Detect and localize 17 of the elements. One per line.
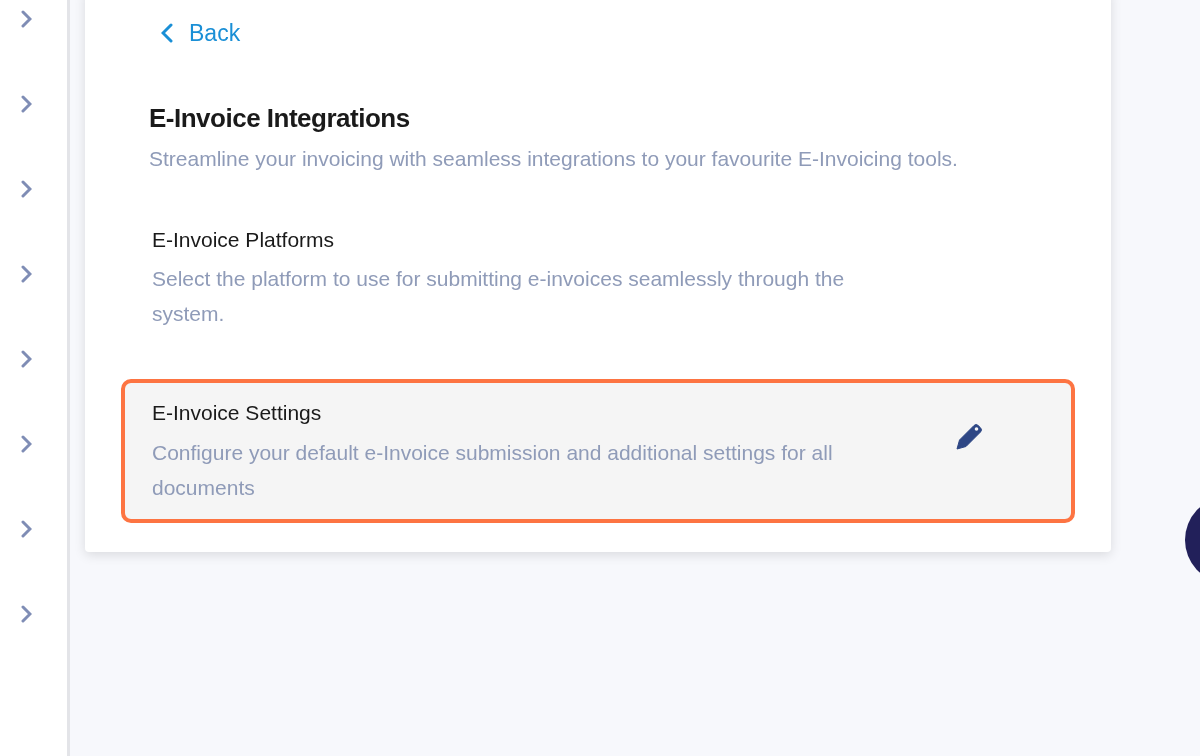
section-description: Select the platform to use for submitting e-invoices seamlessly through the system.: [152, 266, 846, 328]
chevron-right-icon[interactable]: [19, 265, 32, 283]
chevron-right-icon[interactable]: [19, 605, 32, 623]
back-link[interactable]: Back: [161, 12, 241, 55]
section-title: E-Invoice Platforms: [152, 226, 336, 253]
chevron-right-icon[interactable]: [19, 435, 32, 453]
chevron-right-icon[interactable]: [19, 350, 32, 368]
section-description: Configure your default e-Invoice submission and additional settings for all documents: [152, 439, 834, 501]
section-title: E-Invoice Settings: [152, 400, 323, 427]
chevron-right-icon[interactable]: [19, 180, 32, 198]
chevron-right-icon[interactable]: [19, 10, 32, 28]
chevron-right-icon[interactable]: [19, 95, 32, 113]
page-title: E-Invoice Integrations: [149, 102, 411, 134]
chevron-left-icon: [161, 23, 173, 44]
chevron-right-icon[interactable]: [19, 520, 32, 538]
edit-icon[interactable]: [955, 423, 983, 452]
page-subtitle: Streamline your invoicing with seamless integrations to your favourite E-Invoicing tools.: [149, 145, 959, 172]
